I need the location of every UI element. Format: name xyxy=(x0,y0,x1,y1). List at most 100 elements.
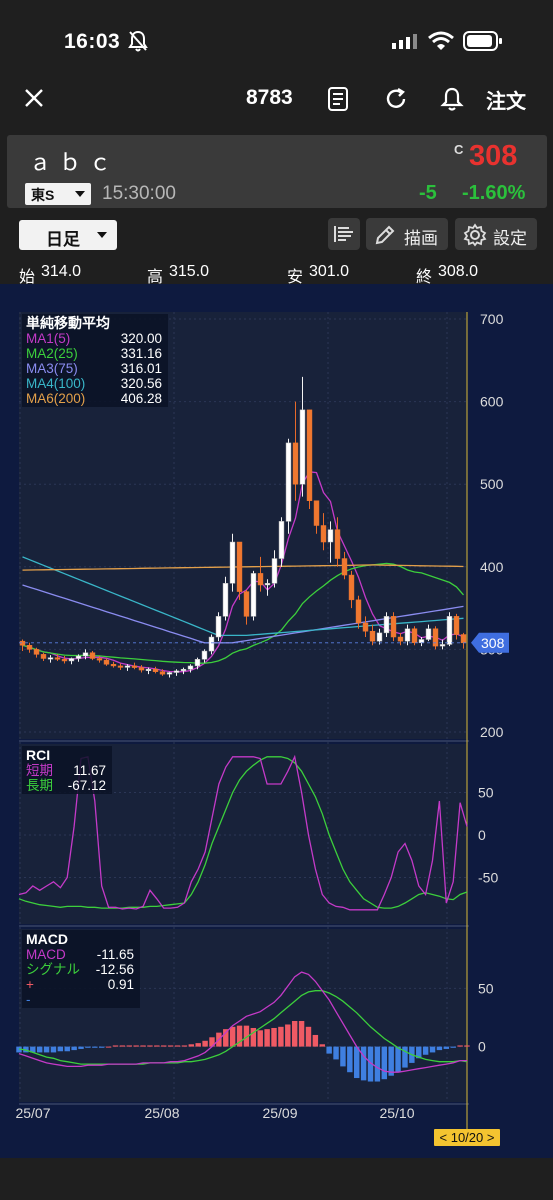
macd-hist-bar xyxy=(464,1045,470,1047)
candle-body xyxy=(299,409,306,485)
legend-title: RCI xyxy=(26,747,50,763)
candle-body xyxy=(201,650,208,660)
candle-body xyxy=(257,573,264,586)
macd-hist-bar xyxy=(257,1030,263,1047)
period-selector[interactable]: 日足 xyxy=(19,220,117,250)
candle-body xyxy=(124,665,131,668)
candle-body xyxy=(446,616,453,645)
candle-body xyxy=(278,521,285,559)
candle-body xyxy=(250,573,257,617)
candle-body xyxy=(390,616,397,638)
candle-body xyxy=(166,672,173,675)
chart-area[interactable]: 700600500400300200308単純移動平均MA1(5)320.00M… xyxy=(0,284,553,1158)
legend-series-value: 316.01 xyxy=(121,361,162,376)
market-selector[interactable]: 東S xyxy=(25,183,91,205)
candle-body xyxy=(285,442,292,522)
candle-body xyxy=(103,659,110,665)
candle-body xyxy=(82,652,89,657)
legend-series-name: MA2(25) xyxy=(26,346,78,361)
order-button[interactable]: 注文 xyxy=(486,85,526,114)
macd-hist-bar xyxy=(305,1026,312,1047)
macd-hist-bar xyxy=(43,1046,50,1053)
macd-hist-bar xyxy=(78,1046,84,1049)
candle-body xyxy=(236,541,243,592)
macd-hist-bar xyxy=(450,1046,456,1048)
macd-hist-bar xyxy=(429,1046,436,1053)
indicator-list-button[interactable] xyxy=(328,218,360,250)
candle-body xyxy=(334,529,341,559)
legend-series-name: - xyxy=(26,992,31,1007)
stock-name: ａｂｃ xyxy=(29,151,120,176)
candle-body xyxy=(341,558,348,576)
candle-body xyxy=(439,644,446,647)
document-icon[interactable] xyxy=(326,86,350,112)
y-tick-label: 50 xyxy=(478,785,494,801)
candle-body xyxy=(229,541,236,584)
legend-series-value: -67.12 xyxy=(68,778,106,793)
y-tick-label: 600 xyxy=(480,394,504,410)
y-tick-label: 500 xyxy=(480,476,504,492)
y-tick-label: 700 xyxy=(480,311,504,327)
legend-series-value: -12.56 xyxy=(96,962,134,977)
legend-series-name: MA6(200) xyxy=(26,391,85,406)
draw-button[interactable]: 描画 xyxy=(366,218,448,250)
legend-series-value: 0.91 xyxy=(108,977,134,992)
macd-hist-bar xyxy=(36,1046,43,1053)
macd-hist-bar xyxy=(374,1046,381,1082)
candle-body xyxy=(355,599,362,624)
price-change-pct: -1.60% xyxy=(462,182,526,204)
candle-body xyxy=(411,628,418,644)
refresh-icon[interactable] xyxy=(383,86,409,112)
macd-hist-bar xyxy=(271,1027,277,1047)
bars-icon xyxy=(334,226,353,242)
legend-series-value: -11.65 xyxy=(97,947,134,962)
macd-hist-bar xyxy=(85,1046,91,1048)
candle-body xyxy=(432,628,439,647)
macd-hist-bar xyxy=(443,1046,450,1049)
wifi-icon xyxy=(428,31,454,50)
candle-body xyxy=(61,659,68,662)
close-icon[interactable] xyxy=(22,86,46,110)
legend-series-value: 320.00 xyxy=(121,331,162,346)
draw-label: 描画 xyxy=(404,229,438,248)
candle-body xyxy=(180,668,187,672)
bell-icon[interactable] xyxy=(440,86,464,112)
macd-hist-bar xyxy=(64,1046,70,1052)
macd-hist-bar xyxy=(312,1034,319,1047)
macd-hist-bar xyxy=(347,1046,353,1073)
candle-body xyxy=(425,628,432,640)
candle-body xyxy=(26,645,33,650)
settings-button[interactable]: 設定 xyxy=(455,218,537,250)
market-label: 東S xyxy=(31,187,55,203)
caret-down-icon xyxy=(97,232,107,238)
macd-hist-bar xyxy=(195,1043,201,1047)
cursor-date-label: < 10/20 > xyxy=(440,1130,495,1145)
candle-body xyxy=(54,657,61,660)
candle-body xyxy=(362,622,369,632)
macd-hist-bar xyxy=(422,1046,429,1055)
legend-title: 単純移動平均 xyxy=(26,315,110,331)
low-value: 301.0 xyxy=(309,263,350,280)
macd-hist-bar xyxy=(71,1046,77,1051)
candle-body xyxy=(215,616,222,638)
legend-series-name: シグナル xyxy=(26,962,80,977)
open-value: 314.0 xyxy=(41,263,82,280)
macd-hist-bar xyxy=(360,1046,367,1081)
candle-body xyxy=(194,659,201,667)
bell-off-icon xyxy=(128,30,148,52)
legend-series-name: MA1(5) xyxy=(26,331,70,346)
candle-body xyxy=(19,640,26,646)
x-tick-label: 25/10 xyxy=(379,1105,414,1121)
legend-series-value: 406.28 xyxy=(121,391,162,406)
ohlc-row: 始 314.0 高 315.0 安 301.0 終 308.0 xyxy=(0,260,553,286)
legend-series-name: MACD xyxy=(26,947,66,962)
macd-hist-bar xyxy=(340,1046,346,1067)
pencil-icon xyxy=(375,225,395,245)
candle-body xyxy=(145,668,152,671)
price-change: -5 xyxy=(419,182,437,204)
chart-svg[interactable]: 700600500400300200308単純移動平均MA1(5)320.00M… xyxy=(0,284,553,1158)
x-tick-label: 25/07 xyxy=(15,1105,50,1121)
macd-hist-bar xyxy=(140,1045,146,1047)
stock-code: 8783 xyxy=(246,86,293,109)
candle-body xyxy=(264,583,271,586)
